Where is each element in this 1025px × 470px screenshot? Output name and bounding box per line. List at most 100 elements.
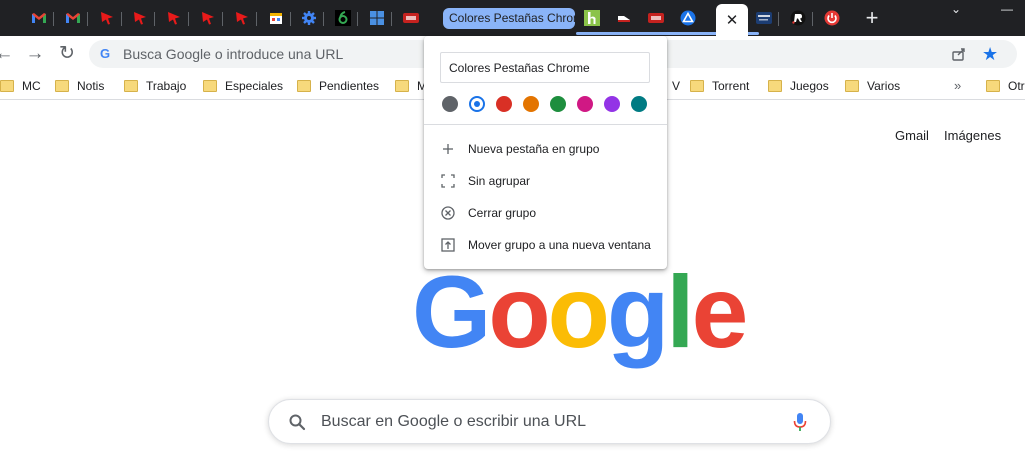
folder-icon [203, 80, 217, 92]
color-swatch-purple[interactable] [604, 96, 620, 112]
gmail-link[interactable]: Gmail [895, 128, 929, 143]
menu-item[interactable]: Cerrar grupo [424, 199, 667, 227]
tab-strip: Colores Pestañas Chrome ✕ + ⌄ — [0, 0, 1025, 36]
bookmark-label: Juegos [790, 79, 829, 93]
pinned-tab[interactable] [362, 4, 392, 32]
plus-icon [440, 141, 456, 157]
group-tab[interactable] [609, 4, 639, 32]
tab-group-editor: Nueva pestaña en grupo Sin agrupar Cerrar … [424, 36, 667, 269]
pinned-tab[interactable] [24, 4, 54, 32]
logo-letter: e [691, 255, 749, 369]
color-swatch-grey[interactable] [442, 96, 458, 112]
gmail-icon [65, 10, 81, 26]
tab-separator [222, 12, 223, 26]
pinned-tab[interactable] [396, 4, 426, 32]
bookmark-folder[interactable]: Especiales [203, 77, 283, 95]
pinned-tab[interactable] [58, 4, 88, 32]
google-g-icon: G [100, 46, 111, 61]
tab-search-chevron-icon[interactable]: ⌄ [951, 2, 961, 16]
bookmark-folder[interactable]: M [395, 77, 427, 95]
tab[interactable] [783, 4, 813, 32]
back-button[interactable]: ← [0, 42, 16, 66]
pinned-tab[interactable] [159, 4, 190, 32]
folder-icon [986, 80, 1000, 92]
folder-icon [768, 80, 782, 92]
pinned-tab[interactable] [92, 4, 122, 32]
tab-separator [289, 12, 291, 26]
bookmark-folder[interactable]: Juegos [768, 77, 829, 95]
search-input[interactable]: Buscar en Google o escribir una URL [321, 400, 586, 443]
folder-icon [690, 80, 704, 92]
search-box[interactable]: Buscar en Google o escribir una URL [268, 399, 831, 444]
bookmark-label: Notis [77, 79, 105, 93]
bookmark-folder[interactable]: MC [0, 77, 41, 95]
folder-icon [395, 80, 409, 92]
close-circle-icon [440, 205, 456, 221]
bookmark-folder[interactable]: Varios [845, 77, 900, 95]
windows-icon [369, 10, 385, 26]
close-tab-icon[interactable]: ✕ [726, 11, 739, 29]
move-window-icon [440, 237, 456, 253]
tab-group-chip[interactable]: Colores Pestañas Chrome [443, 8, 575, 29]
menu-item-label: Sin agrupar [468, 174, 531, 188]
color-swatch-red[interactable] [496, 96, 512, 112]
menu-item[interactable]: Mover grupo a una nueva ventana [424, 231, 667, 259]
pinned-tab[interactable] [328, 4, 359, 32]
bookmark-folder[interactable]: Pendientes [297, 77, 379, 95]
bookmark-folder[interactable]: Notis [55, 77, 104, 95]
tab-separator [323, 12, 325, 26]
menu-divider [424, 124, 667, 125]
color-swatch-cyan[interactable] [631, 96, 647, 112]
h-icon [584, 10, 600, 26]
new-tab-button[interactable]: + [862, 6, 882, 30]
group-tab[interactable] [641, 4, 671, 32]
minimize-button[interactable]: — [1001, 2, 1013, 16]
bookmark-folder[interactable]: Torrent [690, 77, 749, 95]
group-tab[interactable] [673, 4, 703, 32]
pinned-tab[interactable] [227, 4, 257, 32]
omnibox-placeholder[interactable]: Busca Google o introduce una URL [123, 40, 343, 68]
menu-item[interactable]: Sin agrupar [424, 167, 667, 195]
active-tab[interactable]: ✕ [716, 4, 748, 36]
forward-button[interactable]: → [23, 42, 47, 66]
tab-separator [86, 12, 88, 26]
tab-separator [188, 12, 190, 26]
logo-letter: G [412, 255, 491, 369]
tab-separator [391, 12, 392, 26]
color-swatch-blue[interactable] [469, 96, 485, 112]
menu-item[interactable]: Nueva pestaña en grupo [424, 135, 667, 163]
tab[interactable] [749, 4, 779, 32]
pinned-tab[interactable] [125, 4, 156, 32]
logo-letter: l [666, 255, 694, 369]
images-link[interactable]: Imágenes [944, 128, 1001, 143]
logo-letter: g [606, 255, 669, 369]
bookmark-folder[interactable]: Otr [986, 77, 1025, 95]
bookmark-label: Otr [1008, 79, 1025, 93]
bookmark-label: Pendientes [319, 79, 380, 93]
color-swatch-green[interactable] [550, 96, 566, 112]
folder-icon [124, 80, 138, 92]
hub-icon [648, 10, 664, 26]
bookmark-star-icon[interactable]: ★ [982, 43, 998, 65]
group-name-input[interactable] [440, 52, 650, 83]
folder-icon [55, 80, 69, 92]
microphone-icon[interactable] [792, 412, 808, 432]
hub-icon [402, 10, 419, 26]
tab-separator [255, 12, 257, 26]
bookmark-label: Varios [867, 79, 901, 93]
color-swatch-pink[interactable] [577, 96, 593, 112]
more-bookmarks-icon[interactable]: » [954, 77, 961, 95]
pinned-tab[interactable] [294, 4, 325, 32]
pinned-tab[interactable] [193, 4, 223, 32]
tab[interactable] [817, 4, 847, 32]
folder-icon [297, 80, 311, 92]
menu-item-label: Mover grupo a una nueva ventana [468, 238, 651, 252]
tab-separator [812, 12, 813, 26]
group-tab[interactable] [577, 4, 607, 32]
share-icon[interactable] [951, 46, 967, 62]
reload-button[interactable]: ↻ [55, 42, 79, 66]
bookmark-folder[interactable]: Trabajo [124, 77, 186, 95]
pinned-tab[interactable] [261, 4, 291, 32]
store-icon [268, 10, 284, 26]
color-swatch-yellow[interactable] [523, 96, 539, 112]
